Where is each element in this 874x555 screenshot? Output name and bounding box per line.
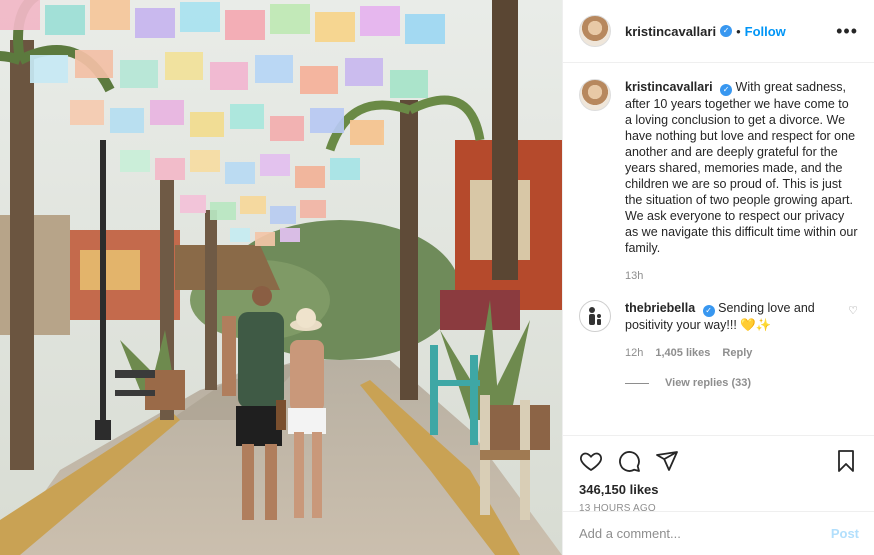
comment-age[interactable]: 12h [625, 345, 643, 361]
verified-badge-icon: ✓ [720, 84, 733, 96]
author-avatar[interactable] [579, 15, 611, 47]
family-silhouette-icon [589, 307, 601, 325]
comment-meta: 12h 1,405 likes Reply [625, 345, 840, 361]
caption-text: With great sadness, after 10 years toget… [625, 80, 858, 255]
replies-divider-line [625, 382, 649, 384]
header-separator: • [736, 23, 741, 39]
caption-author-avatar[interactable] [579, 79, 611, 111]
street-photo-illustration [0, 0, 562, 555]
share-paper-plane-icon[interactable] [655, 449, 679, 473]
follow-button[interactable]: Follow [745, 24, 786, 39]
caption-age[interactable]: 13h [625, 268, 643, 284]
view-replies-button[interactable]: View replies (33) [625, 377, 858, 389]
add-comment-bar: Post [563, 511, 874, 555]
instagram-post-modal: kristincavallari ✓ • Follow ••• kristinc… [0, 0, 874, 555]
verified-badge-icon: ✓ [702, 305, 715, 317]
verified-badge-icon: ✓ [720, 25, 733, 37]
post-comment-button[interactable]: Post [831, 526, 859, 541]
post-likes-count[interactable]: 346,150 likes [579, 482, 858, 497]
add-comment-input[interactable] [579, 526, 831, 541]
post-photo[interactable] [0, 0, 562, 555]
save-bookmark-icon[interactable] [834, 449, 858, 473]
commenter-avatar[interactable] [579, 300, 611, 332]
caption-username[interactable]: kristincavallari [625, 80, 713, 94]
comment-body: thebriebella ✓ Sending love and positivi… [625, 300, 840, 361]
comment-likes[interactable]: 1,405 likes [655, 345, 710, 361]
caption-comment: kristincavallari ✓ With great sadness, a… [579, 79, 858, 284]
like-heart-icon[interactable] [579, 449, 603, 473]
comment-item: thebriebella ✓ Sending love and positivi… [579, 300, 858, 361]
author-username[interactable]: kristincavallari [625, 24, 716, 39]
caption-body: kristincavallari ✓ With great sadness, a… [625, 79, 858, 284]
action-icons [579, 444, 858, 478]
comment-like-heart-icon[interactable]: ♡ [848, 304, 858, 361]
view-replies-label: View replies (33) [665, 377, 752, 389]
more-options-icon[interactable]: ••• [836, 22, 858, 40]
post-header: kristincavallari ✓ • Follow ••• [563, 0, 874, 63]
comment-bubble-icon[interactable] [617, 449, 641, 473]
post-side-panel: kristincavallari ✓ • Follow ••• kristinc… [562, 0, 874, 555]
comment-username[interactable]: thebriebella [625, 301, 695, 315]
reply-button[interactable]: Reply [722, 345, 752, 361]
caption-meta: 13h [625, 268, 858, 284]
comments-list[interactable]: kristincavallari ✓ With great sadness, a… [563, 63, 874, 435]
